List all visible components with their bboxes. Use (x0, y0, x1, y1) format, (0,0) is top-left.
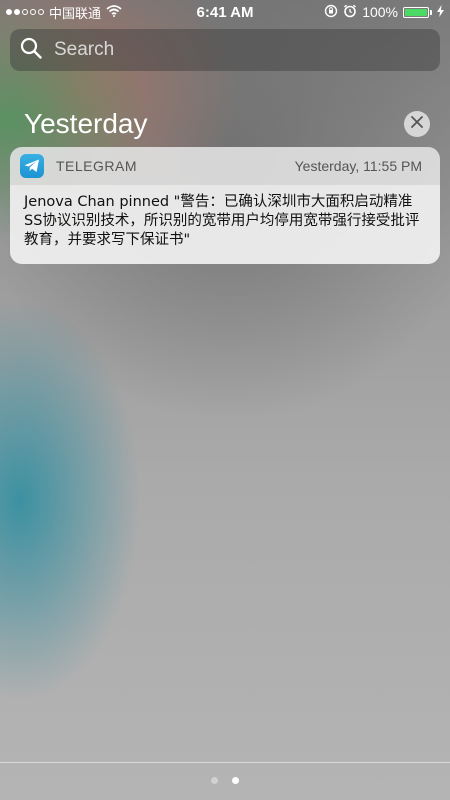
page-dot-active (232, 777, 239, 784)
search-input[interactable] (52, 38, 416, 62)
close-icon (411, 115, 423, 133)
notification-message: Jenova Chan pinned "警告：已确认深圳市大面积启动精准SS协议… (10, 185, 440, 264)
status-bar: 中国联通 6:41 AM 100% (0, 0, 450, 24)
page-dot (211, 777, 218, 784)
notification-card[interactable]: TELEGRAM Yesterday, 11:55 PM Jenova Chan… (10, 147, 440, 264)
signal-dot (14, 9, 20, 15)
section-title: Yesterday (24, 108, 148, 139)
battery-indicator (403, 6, 432, 18)
status-left: 中国联通 (6, 3, 122, 22)
notification-app-name: TELEGRAM (56, 158, 138, 174)
battery-percent: 100% (362, 4, 398, 20)
telegram-icon (20, 154, 44, 178)
signal-dot (38, 9, 44, 15)
page-indicator[interactable] (0, 777, 450, 784)
notification-header: TELEGRAM Yesterday, 11:55 PM (10, 147, 440, 185)
status-right: 100% (324, 4, 444, 21)
battery-body (403, 6, 429, 18)
signal-dot (6, 9, 12, 15)
search-icon (20, 37, 42, 64)
charging-bolt-icon (437, 4, 444, 20)
signal-dot (30, 9, 36, 15)
notification-section-header: Yesterday (24, 104, 430, 144)
signal-strength-indicator (6, 9, 44, 15)
clear-notifications-button[interactable] (404, 111, 430, 137)
signal-dot (22, 9, 28, 15)
wifi-icon (106, 4, 122, 20)
orientation-lock-icon (324, 4, 338, 21)
search-bar[interactable] (10, 29, 440, 71)
battery-cap (430, 9, 432, 15)
carrier-name: 中国联通 (49, 6, 102, 22)
battery-fill (405, 8, 427, 16)
alarm-icon (343, 4, 357, 21)
bottom-divider (0, 762, 450, 763)
notification-time: Yesterday, 11:55 PM (294, 158, 422, 174)
